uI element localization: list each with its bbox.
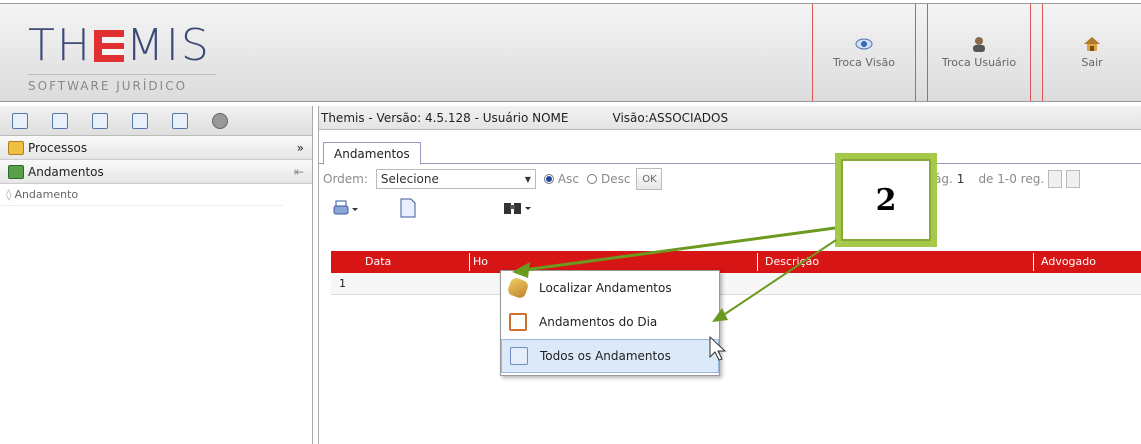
troca-visao-button[interactable]: Troca Visão (812, 4, 916, 101)
options-icon[interactable] (212, 112, 228, 129)
asc-label: Asc (557, 172, 579, 186)
menu-item-label: Todos os Andamentos (540, 349, 671, 363)
order-select-value: Selecione (380, 172, 439, 186)
sair-label: Sair (1081, 56, 1103, 69)
logo-main: TH MIS (28, 20, 211, 71)
desc-label: Desc (600, 172, 631, 186)
menu-item-do-dia[interactable]: Andamentos do Dia (501, 305, 719, 339)
sidebar-item-processos[interactable]: Processos » (0, 136, 312, 160)
asc-radio[interactable] (543, 174, 554, 184)
col-hora[interactable]: Ho (473, 255, 488, 268)
split-horizontal-icon[interactable] (92, 112, 108, 129)
table-row[interactable]: 1 (331, 273, 1141, 295)
folder-icon (8, 140, 24, 155)
themis-logo: TH MIS SOFTWARE JURÍDICO (28, 24, 216, 93)
col-advogado[interactable]: Advogado (1041, 255, 1096, 268)
app-header: TH MIS SOFTWARE JURÍDICO Troca Visão Troc… (0, 3, 1141, 102)
records-label: de 1-0 reg. (978, 172, 1045, 186)
user-icon (973, 37, 985, 52)
list-icon (510, 347, 528, 365)
home-icon (1084, 37, 1100, 51)
menu-item-localizar[interactable]: Localizar Andamentos (501, 271, 719, 305)
order-row: Ordem: Selecione ▾ Asc Desc OK ág. 1 de … (319, 164, 1141, 194)
col-data[interactable]: Data (365, 255, 391, 268)
document-icon[interactable] (399, 198, 417, 218)
main-title-bar: Themis - Versão: 4.5.128 - Usuário NOME … (319, 106, 1141, 130)
menu-item-label: Localizar Andamentos (539, 281, 672, 295)
sidebar-subitem-andamento[interactable]: ◊ Andamento (0, 184, 283, 206)
sidebar-item-label: Andamentos (28, 164, 104, 179)
logo-subtitle: SOFTWARE JURÍDICO (28, 74, 216, 93)
search-dropdown-menu: Localizar Andamentos Andamentos do Dia T… (500, 270, 720, 376)
binoculars-icon[interactable] (503, 199, 533, 219)
panel-icon[interactable] (52, 112, 68, 129)
row-number: 1 (339, 277, 346, 290)
bullet-icon: ◊ (6, 188, 12, 201)
main-panel: Themis - Versão: 4.5.128 - Usuário NOME … (318, 106, 1141, 444)
sair-button[interactable]: Sair (1042, 4, 1141, 101)
troca-visao-label: Troca Visão (833, 56, 895, 69)
tab-andamentos[interactable]: Andamentos (323, 142, 421, 165)
order-label: Ordem: (323, 172, 368, 186)
print-icon[interactable] (333, 199, 359, 219)
version-text: Themis - Versão: 4.5.128 - Usuário NOME (321, 110, 569, 125)
grid-view-icon[interactable] (172, 112, 188, 129)
next-page-button[interactable] (1066, 170, 1081, 188)
order-select[interactable]: Selecione ▾ (375, 169, 536, 189)
tab-strip: Andamentos (319, 130, 1141, 165)
sidebar: Processos » Andamentos ⇤ ◊ Andamento (0, 106, 313, 444)
eye-icon (855, 38, 873, 50)
expand-icon[interactable]: » (297, 141, 304, 155)
action-icon-row (319, 196, 619, 222)
sidebar-toolbar (0, 106, 312, 136)
collapse-icon[interactable]: ⇤ (294, 165, 304, 179)
sidebar-item-label: Processos (28, 140, 88, 155)
search-pencil-icon (506, 276, 530, 300)
pager: ág. 1 de 1-0 reg. (934, 164, 1081, 194)
menu-item-todos[interactable]: Todos os Andamentos (501, 339, 719, 373)
grid-header: Data Ho Descrição Advogado (331, 251, 1141, 273)
troca-usuario-button[interactable]: Troca Usuário (927, 4, 1031, 101)
col-descricao[interactable]: Descrição (765, 255, 819, 268)
view-text: Visão:ASSOCIADOS (612, 110, 729, 125)
chevron-down-icon: ▾ (524, 172, 531, 186)
step-number: 2 (841, 159, 931, 241)
new-window-icon[interactable] (12, 112, 28, 129)
desc-radio[interactable] (586, 174, 597, 184)
sidebar-item-andamentos[interactable]: Andamentos ⇤ (0, 160, 312, 184)
sidebar-subitem-label: Andamento (14, 188, 79, 201)
page-number: 1 (956, 172, 965, 186)
menu-item-label: Andamentos do Dia (539, 315, 658, 329)
step-callout: 2 (835, 153, 937, 247)
list-view-icon[interactable] (132, 112, 148, 129)
ok-button[interactable]: OK (636, 168, 663, 190)
calendar-icon (509, 313, 527, 331)
prev-page-button[interactable] (1048, 170, 1063, 188)
troca-usuario-label: Troca Usuário (941, 56, 1017, 69)
andamentos-icon (8, 164, 24, 179)
